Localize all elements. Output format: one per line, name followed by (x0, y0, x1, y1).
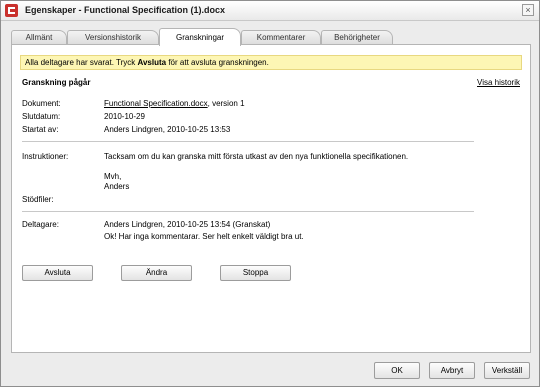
document-label: Dokument: (22, 99, 61, 108)
app-logo-icon (5, 4, 18, 17)
review-title: Granskning pågår (22, 78, 91, 87)
notice-text-prefix: Alla deltagare har svarat. Tryck (25, 58, 138, 67)
instructions-line-1: Tacksam om du kan granska mitt första ut… (104, 152, 409, 161)
title-bar: Egenskaper - Functional Specification (1… (1, 1, 539, 21)
document-value: Functional Specification.docx, version 1 (104, 99, 245, 108)
close-icon[interactable]: × (522, 4, 534, 16)
notice-text-suffix: för att avsluta granskningen. (166, 58, 269, 67)
started-by-value: Anders Lindgren, 2010-10-25 13:53 (104, 125, 231, 134)
cancel-button[interactable]: Avbryt (429, 362, 475, 379)
tab-comments[interactable]: Kommentarer (241, 30, 321, 45)
tab-permissions[interactable]: Behörigheter (321, 30, 393, 45)
finish-button[interactable]: Avsluta (22, 265, 93, 281)
instructions-line-3: Anders (104, 182, 130, 191)
document-link[interactable]: Functional Specification.docx (104, 99, 208, 108)
tab-version-history[interactable]: Versionshistorik (67, 30, 159, 45)
change-button[interactable]: Ändra (121, 265, 192, 281)
end-date-value: 2010-10-29 (104, 112, 145, 121)
end-date-label: Slutdatum: (22, 112, 61, 121)
properties-dialog: Egenskaper - Functional Specification (1… (0, 0, 540, 387)
notice-text-bold: Avsluta (137, 58, 167, 67)
divider (22, 141, 474, 142)
reviews-panel: Alla deltagare har svarat. Tryck Avsluta… (11, 44, 531, 353)
tab-reviews[interactable]: Granskningar (159, 28, 241, 46)
stop-button[interactable]: Stoppa (220, 265, 291, 281)
instructions-label: Instruktioner: (22, 152, 69, 161)
document-version: , version 1 (207, 99, 245, 108)
status-notice: Alla deltagare har svarat. Tryck Avsluta… (20, 55, 522, 70)
support-files-label: Stödfiler: (22, 195, 54, 204)
window-title: Egenskaper - Functional Specification (1… (25, 5, 226, 15)
divider (22, 211, 474, 212)
ok-button[interactable]: OK (374, 362, 420, 379)
participant-entry: Anders Lindgren, 2010-10-25 13:54 (Grans… (104, 220, 271, 229)
participants-label: Deltagare: (22, 220, 59, 229)
instructions-line-2: Mvh, (104, 172, 122, 181)
started-by-label: Startat av: (22, 125, 59, 134)
apply-button[interactable]: Verkställ (484, 362, 530, 379)
show-history-link[interactable]: Visa historik (477, 78, 520, 87)
participant-comment: Ok! Har inga kommentarar. Ser helt enkel… (104, 232, 304, 241)
tab-general[interactable]: Allmänt (11, 30, 67, 45)
